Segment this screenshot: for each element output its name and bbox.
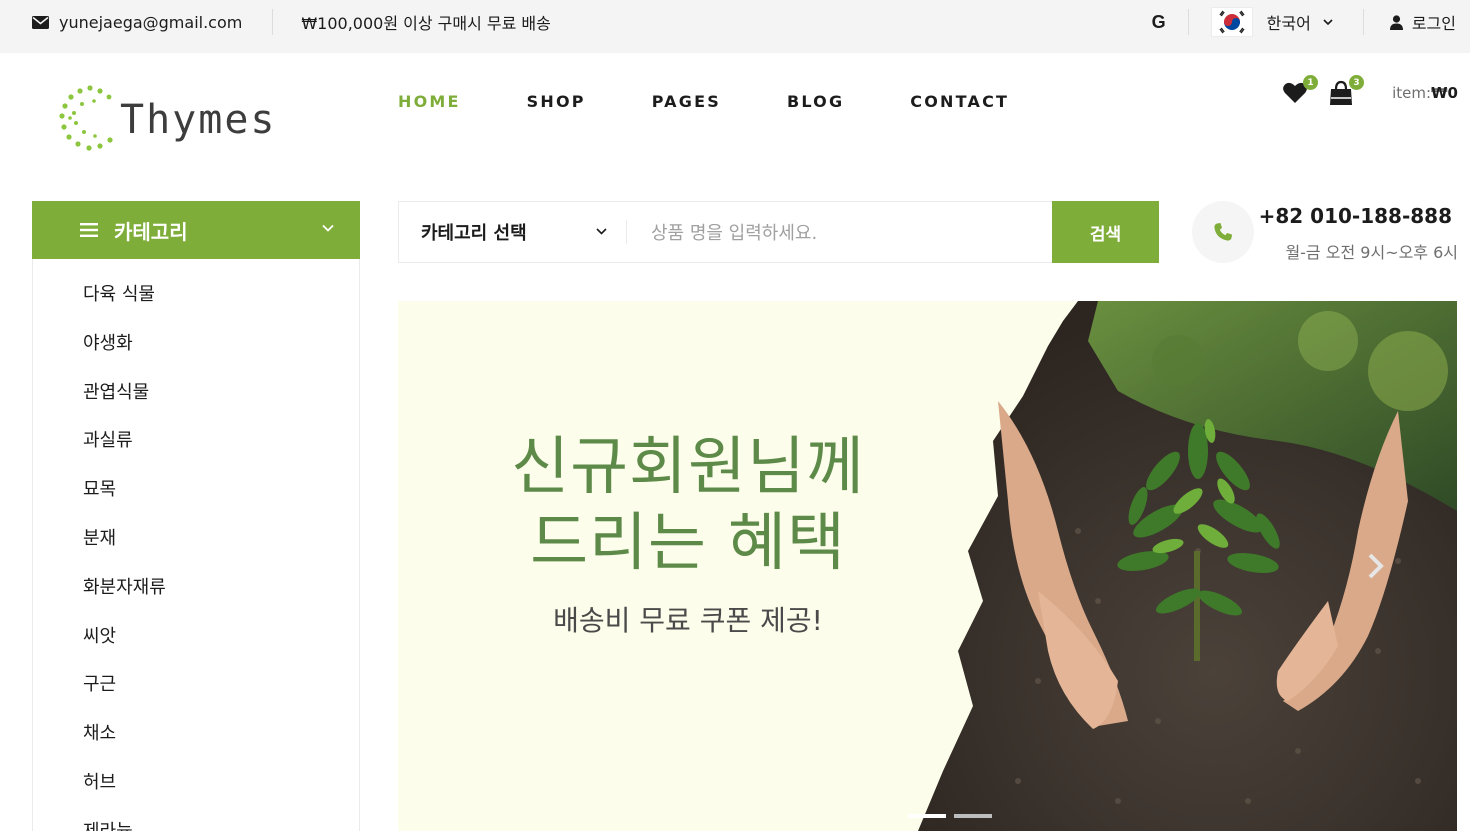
- language-selector[interactable]: 한국어: [1267, 10, 1311, 34]
- category-item-seeds[interactable]: 씨앗: [83, 625, 359, 674]
- category-item-wildflowers[interactable]: 야생화: [83, 332, 359, 381]
- chevron-down-icon[interactable]: [1323, 15, 1333, 29]
- category-item-pot-supplies[interactable]: 화분자재류: [83, 576, 359, 625]
- category-item-bulbs[interactable]: 구근: [83, 673, 359, 722]
- korea-flag-icon[interactable]: [1210, 7, 1253, 37]
- top-bar: yunejaega@gmail.com ₩100,000원 이상 구매시 무료 …: [0, 0, 1470, 53]
- nav-pages[interactable]: PAGES: [652, 92, 721, 111]
- search-bar: 카테고리 선택 검색: [398, 201, 1159, 263]
- wishlist-button[interactable]: 1: [1282, 75, 1319, 106]
- search-button[interactable]: 검색: [1052, 201, 1159, 263]
- category-item-vegetables[interactable]: 채소: [83, 722, 359, 771]
- category-list: 다육 식물 야생화 관엽식물 과실류 묘목 분재 화분자재류 씨앗 구근 채소 …: [32, 259, 360, 831]
- category-item-foliage-plants[interactable]: 관엽식물: [83, 381, 359, 430]
- category-item-succulents[interactable]: 다육 식물: [83, 283, 359, 332]
- category-item-saplings[interactable]: 묘목: [83, 478, 359, 527]
- phone-icon: [1192, 201, 1254, 263]
- nav-home[interactable]: HOME: [398, 92, 461, 111]
- slide-indicator-1[interactable]: [908, 814, 946, 818]
- contact-phone: +82 010-188-888: [1258, 204, 1452, 228]
- login-link[interactable]: 로그인: [1412, 10, 1456, 34]
- free-shipping-notice: ₩100,000원 이상 구매시 무료 배송: [301, 14, 551, 33]
- wishlist-count-badge: 1: [1303, 75, 1319, 90]
- contact-email[interactable]: yunejaega@gmail.com: [59, 13, 242, 32]
- hero-subtitle: 배송비 무료 쿠폰 제공!: [553, 604, 823, 637]
- nav-contact[interactable]: CONTACT: [910, 92, 1009, 111]
- nav-blog[interactable]: BLOG: [787, 92, 844, 111]
- search-input[interactable]: [651, 216, 1041, 250]
- logo-text: Thymes: [120, 97, 277, 143]
- category-item-fruit[interactable]: 과실류: [83, 429, 359, 478]
- category-item-herbs[interactable]: 허브: [83, 771, 359, 820]
- top-bar-right: G 한국어 로그인: [1152, 0, 1456, 44]
- category-menu-title: 카테고리: [114, 219, 188, 244]
- divider: [1362, 9, 1364, 35]
- cart-total-value: ₩0: [1431, 84, 1458, 102]
- chevron-right-icon[interactable]: [1364, 551, 1388, 581]
- category-item-geraniums[interactable]: 제라늄: [83, 820, 359, 831]
- site-logo[interactable]: Thymes: [56, 82, 277, 154]
- top-bar-left: yunejaega@gmail.com ₩100,000원 이상 구매시 무료 …: [32, 0, 551, 44]
- divider: [626, 220, 627, 244]
- cart-count-badge: 3: [1349, 75, 1365, 90]
- header-actions: 1 3 item: ₩0: [1282, 75, 1458, 106]
- envelope-icon: [32, 15, 49, 29]
- cart-button[interactable]: 3: [1328, 75, 1365, 106]
- hero-title-line-2: 드리는 혜택: [530, 506, 846, 579]
- search-category-select[interactable]: 카테고리 선택: [421, 202, 527, 262]
- divider: [1187, 9, 1189, 35]
- category-item-bonsai[interactable]: 분재: [83, 527, 359, 576]
- chevron-down-icon[interactable]: [595, 225, 608, 238]
- category-menu-toggle[interactable]: 카테고리: [32, 201, 360, 259]
- hero-title-line-1: 신규회원님께: [511, 430, 865, 503]
- slide-indicator-2[interactable]: [954, 814, 992, 818]
- logo-mark: [59, 85, 113, 151]
- hero-title: 신규회원님께 드리는 혜택: [478, 429, 898, 581]
- nav-shop[interactable]: SHOP: [527, 92, 586, 111]
- divider: [272, 9, 274, 35]
- google-icon[interactable]: G: [1152, 12, 1166, 33]
- hero-banner[interactable]: 신규회원님께 드리는 혜택 배송비 무료 쿠폰 제공!: [398, 301, 1457, 831]
- cart-total-label: item:: [1392, 84, 1432, 102]
- main-nav: HOME SHOP PAGES BLOG CONTACT: [398, 92, 1075, 111]
- contact-hours: 월-금 오전 9시~오후 6시: [1285, 243, 1458, 262]
- chevron-down-icon: [322, 224, 334, 232]
- menu-icon: [80, 223, 98, 237]
- user-icon: [1389, 14, 1403, 30]
